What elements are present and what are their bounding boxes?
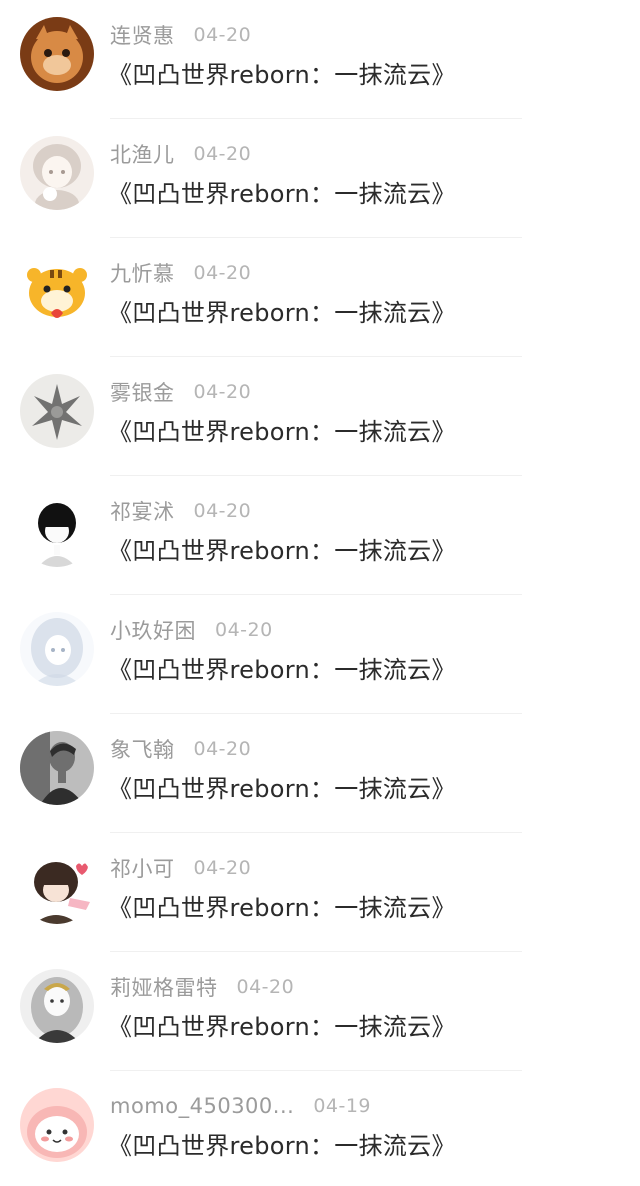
feed-list: 连贤惠 04-20 《凹凸世界reborn：一抹流云》 北渔儿 04-20 《凹凸世界r…: [0, 0, 640, 1186]
author-name[interactable]: 祁小可: [110, 853, 175, 883]
list-item[interactable]: 雾银金 04-20 《凹凸世界reborn：一抹流云》: [0, 357, 640, 476]
work-title-link[interactable]: 《凹凸世界reborn：一抹流云》: [108, 174, 456, 209]
list-item[interactable]: 九忻慕 04-20 《凹凸世界reborn：一抹流云》: [0, 238, 640, 357]
author-name[interactable]: 祁宴沭: [110, 496, 175, 526]
author-name[interactable]: momo_450300...: [110, 1094, 294, 1118]
item-meta: 雾银金 04-20: [110, 377, 251, 407]
list-item[interactable]: 连贤惠 04-20 《凹凸世界reborn：一抹流云》: [0, 0, 640, 119]
list-item[interactable]: 象飞翰 04-20 《凹凸世界reborn：一抹流云》: [0, 714, 640, 833]
post-date: 04-20: [193, 143, 252, 165]
cat-face-avatar-icon[interactable]: [20, 17, 94, 91]
item-meta: 祁小可 04-20: [110, 853, 251, 883]
post-date: 04-20: [193, 262, 252, 284]
list-item[interactable]: 北渔儿 04-20 《凹凸世界reborn：一抹流云》: [0, 119, 640, 238]
list-item[interactable]: 小玖好困 04-20 《凹凸世界reborn：一抹流云》: [0, 595, 640, 714]
work-title-link[interactable]: 《凹凸世界reborn：一抹流云》: [108, 888, 456, 923]
work-title-link[interactable]: 《凹凸世界reborn：一抹流云》: [108, 531, 456, 566]
author-name[interactable]: 北渔儿: [110, 139, 175, 169]
anime-girl-avatar-icon[interactable]: [20, 136, 94, 210]
work-title-link[interactable]: 《凹凸世界reborn：一抹流云》: [108, 769, 456, 804]
post-date: 04-20: [193, 381, 252, 403]
list-item[interactable]: 祁小可 04-20 《凹凸世界reborn：一抹流云》: [0, 833, 640, 952]
post-date: 04-20: [193, 738, 252, 760]
item-meta: 北渔儿 04-20: [110, 139, 251, 169]
post-date: 04-20: [215, 619, 273, 641]
anime-boy-hearts-avatar-icon[interactable]: [20, 850, 94, 924]
author-name[interactable]: 九忻慕: [110, 258, 175, 288]
author-name[interactable]: 小玖好困: [110, 615, 196, 645]
tiger-cartoon-avatar-icon[interactable]: [20, 255, 94, 329]
post-date: 04-19: [313, 1095, 372, 1117]
work-title-link[interactable]: 《凹凸世界reborn：一抹流云》: [108, 650, 456, 685]
item-meta: 九忻慕 04-20: [110, 258, 251, 288]
grayscale-man-avatar-icon[interactable]: [20, 731, 94, 805]
work-title-link[interactable]: 《凹凸世界reborn：一抹流云》: [108, 1126, 456, 1161]
silver-hair-avatar-icon[interactable]: [20, 969, 94, 1043]
work-title-link[interactable]: 《凹凸世界reborn：一抹流云》: [108, 1007, 456, 1042]
item-meta: 祁宴沭 04-20: [110, 496, 251, 526]
work-title-link[interactable]: 《凹凸世界reborn：一抹流云》: [108, 293, 456, 328]
post-date: 04-20: [193, 857, 252, 879]
list-item[interactable]: 祁宴沭 04-20 《凹凸世界reborn：一抹流云》: [0, 476, 640, 595]
author-name[interactable]: 莉娅格雷特: [110, 972, 218, 1002]
item-meta: 连贤惠 04-20: [110, 20, 251, 50]
item-meta: 莉娅格雷特 04-20: [110, 972, 294, 1002]
dark-sketch-avatar-icon[interactable]: [20, 374, 94, 448]
author-name[interactable]: 雾银金: [110, 377, 175, 407]
list-item[interactable]: 莉娅格雷特 04-20 《凹凸世界reborn：一抹流云》: [0, 952, 640, 1071]
post-date: 04-20: [193, 24, 252, 46]
item-meta: 象飞翰 04-20: [110, 734, 251, 764]
item-meta: 小玖好困 04-20: [110, 615, 273, 645]
item-meta: momo_450300... 04-19: [110, 1091, 371, 1121]
post-date: 04-20: [193, 500, 252, 522]
pink-blob-avatar-icon[interactable]: [20, 1088, 94, 1162]
white-hair-girl-avatar-icon[interactable]: [20, 612, 94, 686]
black-hair-boy-avatar-icon[interactable]: [20, 493, 94, 567]
work-title-link[interactable]: 《凹凸世界reborn：一抹流云》: [108, 55, 456, 90]
author-name[interactable]: 象飞翰: [110, 734, 175, 764]
author-name[interactable]: 连贤惠: [110, 20, 175, 50]
work-title-link[interactable]: 《凹凸世界reborn：一抹流云》: [108, 412, 456, 447]
list-item[interactable]: momo_450300... 04-19 《凹凸世界reborn：一抹流云》: [0, 1071, 640, 1186]
post-date: 04-20: [236, 976, 295, 998]
